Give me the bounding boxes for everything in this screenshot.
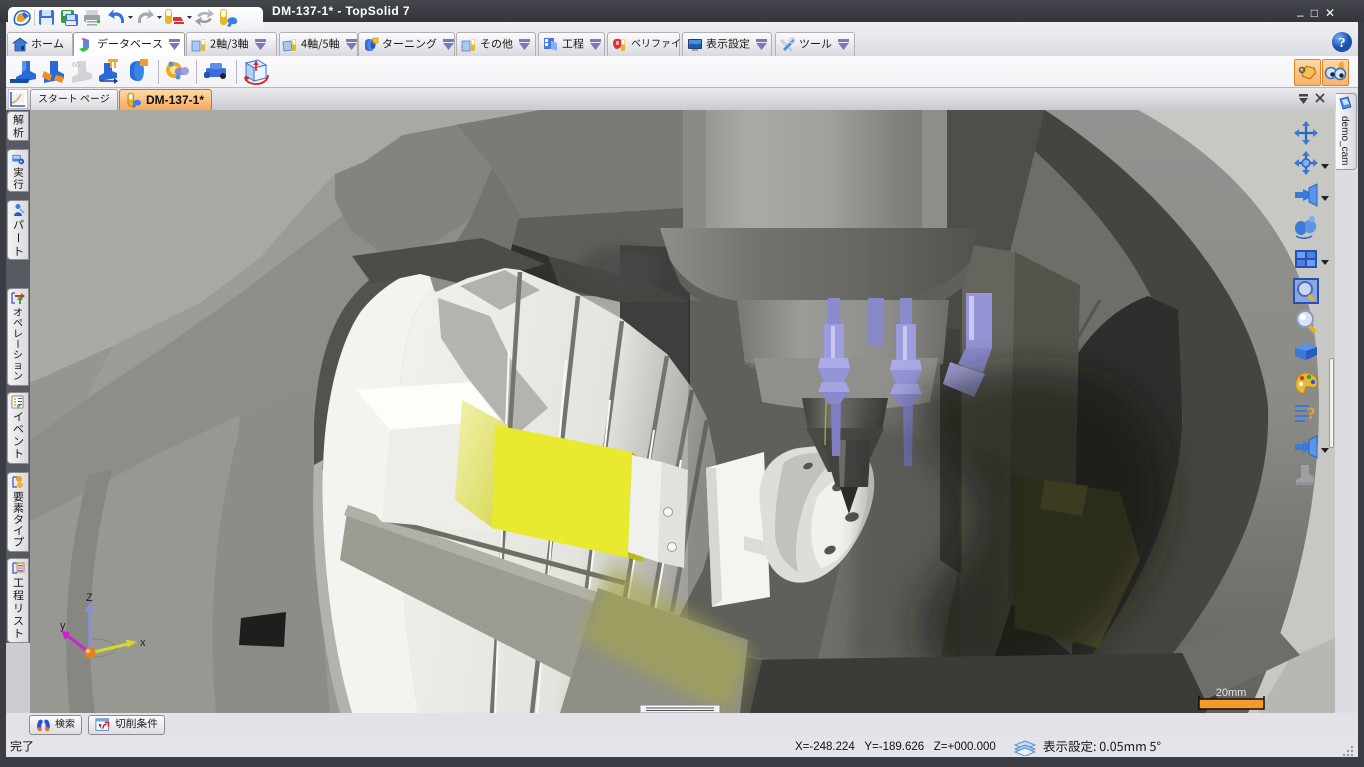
svg-text:?: ? xyxy=(1307,404,1316,423)
svg-text:20mm: 20mm xyxy=(1216,687,1247,699)
svg-text:x: x xyxy=(140,637,146,649)
svg-text:y: y xyxy=(60,620,66,632)
svg-text:?: ? xyxy=(1339,36,1346,51)
svg-text:66: 66 xyxy=(72,62,80,69)
svg-text:Z: Z xyxy=(86,592,93,604)
